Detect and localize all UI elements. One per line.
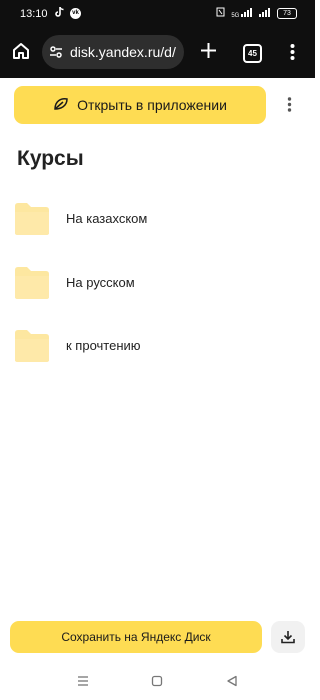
browser-toolbar: disk.yandex.ru/d/ 45	[0, 28, 315, 78]
folder-item[interactable]: к прочтению	[0, 327, 315, 367]
nfc-icon	[216, 7, 225, 20]
back-triangle-icon[interactable]	[226, 674, 238, 692]
battery-icon: 73	[277, 8, 297, 19]
folder-item[interactable]: На казахском	[0, 200, 315, 240]
open-in-app-button[interactable]: Открыть в приложении	[14, 86, 266, 124]
plus-icon[interactable]	[200, 42, 217, 64]
signal-icon	[259, 7, 271, 20]
url-text[interactable]: disk.yandex.ru/d/	[70, 44, 182, 60]
download-icon	[281, 631, 295, 644]
folder-icon	[14, 329, 50, 368]
folder-name: На русском	[66, 275, 135, 290]
tune-icon[interactable]	[49, 45, 63, 64]
status-bar: 13:10 vk 5G 73	[0, 0, 315, 28]
more-vert-icon[interactable]	[290, 44, 295, 65]
open-in-app-label: Открыть в приложении	[77, 97, 227, 113]
save-to-disk-button[interactable]: Сохранить на Яндекс Диск	[10, 621, 262, 653]
recent-apps-icon[interactable]	[77, 674, 89, 692]
folder-icon	[14, 266, 50, 305]
tabs-icon[interactable]: 45	[243, 44, 262, 63]
page-more-icon[interactable]	[287, 97, 292, 117]
leaf-icon	[53, 97, 69, 114]
folder-name: к прочтению	[66, 338, 141, 353]
page-title: Курсы	[17, 147, 84, 170]
tiktok-icon	[55, 6, 64, 20]
signal-5g-icon: 5G	[231, 8, 253, 19]
system-nav-bar	[0, 664, 315, 700]
folder-item[interactable]: На русском	[0, 264, 315, 304]
folder-name: На казахском	[66, 211, 148, 226]
network-label: 5G	[231, 13, 240, 19]
address-bar[interactable]: disk.yandex.ru/d/	[42, 35, 184, 69]
vk-icon: vk	[70, 8, 81, 19]
folder-icon	[14, 202, 50, 241]
home-square-icon[interactable]	[151, 674, 163, 692]
download-button[interactable]	[271, 621, 305, 653]
status-time: 13:10	[20, 8, 48, 20]
home-icon[interactable]	[12, 42, 30, 65]
